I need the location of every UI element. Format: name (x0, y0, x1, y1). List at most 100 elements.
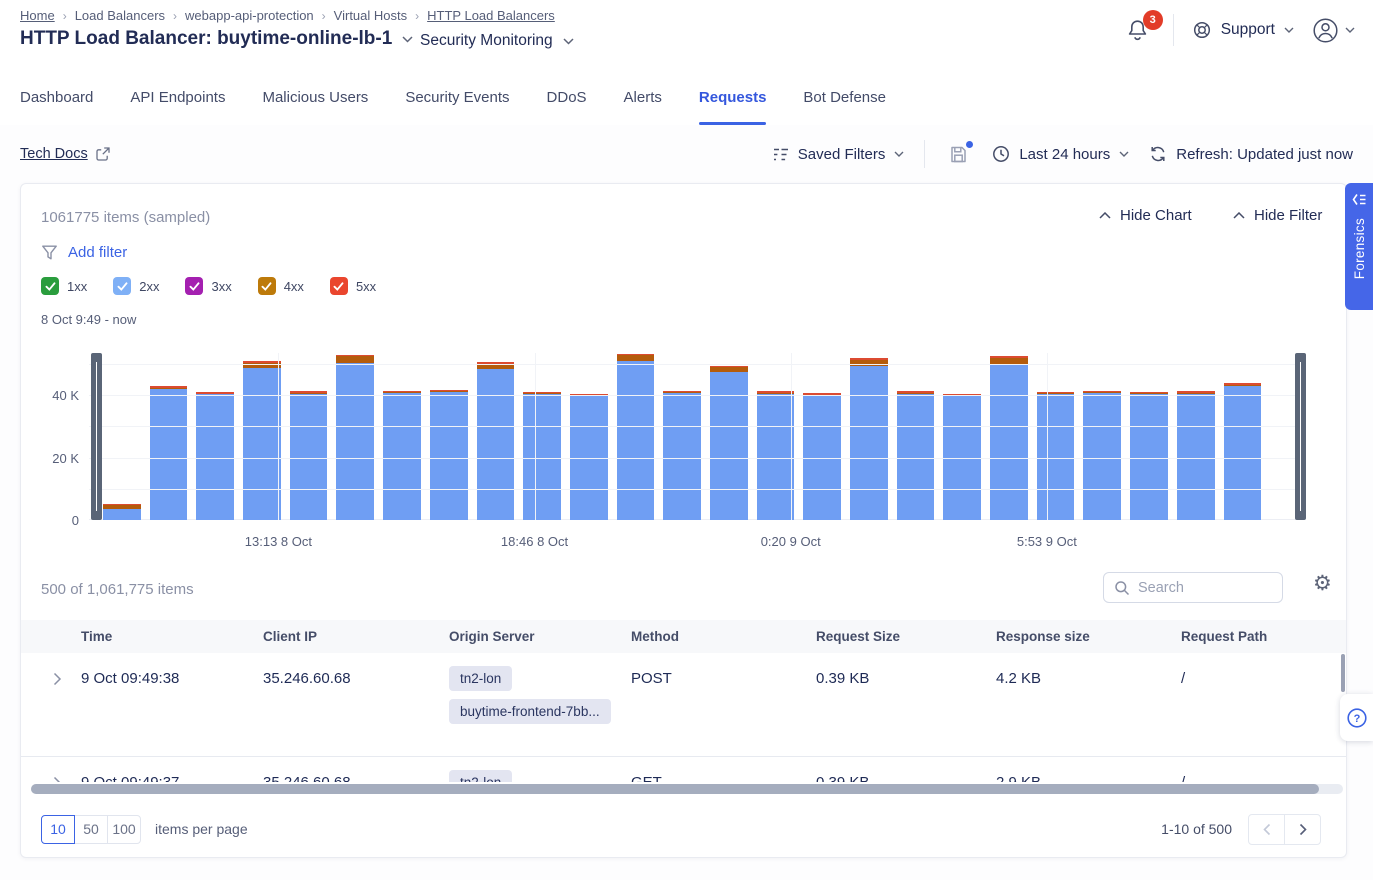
saved-filters-dropdown[interactable]: Saved Filters (773, 146, 905, 163)
column-header-request-path[interactable]: Request Path (1181, 620, 1346, 653)
page-size-100[interactable]: 100 (107, 815, 141, 844)
chevron-right-icon (53, 776, 62, 782)
status-filter-3xx[interactable]: 3xx (185, 277, 231, 295)
chart-bar (336, 353, 374, 520)
chart-bar (1177, 353, 1215, 520)
tab-ddos[interactable]: DDoS (547, 89, 587, 125)
chart-plot (89, 353, 1303, 520)
gridline-horizontal (89, 395, 1303, 396)
view-selector-dropdown[interactable]: Security Monitoring (420, 32, 574, 50)
cell-client-ip: 35.246.60.68 (263, 757, 449, 782)
bar-segment-2xx (477, 369, 515, 520)
tab-security-events[interactable]: Security Events (405, 89, 509, 125)
check-icon (45, 282, 56, 291)
search-input[interactable] (1138, 580, 1268, 596)
check-icon (261, 282, 272, 291)
checkbox-1xx[interactable] (41, 277, 59, 295)
bar-segment-2xx (383, 393, 421, 520)
column-header-response-size[interactable]: Response size (996, 620, 1181, 653)
support-menu[interactable]: Support (1192, 20, 1294, 40)
status-filter-1xx[interactable]: 1xx (41, 277, 87, 295)
status-filter-4xx[interactable]: 4xx (258, 277, 304, 295)
tab-dashboard[interactable]: Dashboard (20, 89, 93, 125)
status-filter-label: 5xx (356, 279, 376, 294)
breadcrumb-separator: › (415, 9, 419, 23)
refresh-icon (1149, 145, 1167, 163)
breadcrumb-item[interactable]: Virtual Hosts (334, 8, 407, 23)
chevron-up-icon (1233, 212, 1245, 219)
help-button[interactable]: ? (1340, 694, 1373, 741)
table-settings-gear-icon[interactable]: ⚙ (1313, 573, 1332, 594)
vertical-scrollbar-thumb[interactable] (1341, 654, 1345, 692)
chevron-down-icon (1345, 27, 1355, 33)
breadcrumb-item[interactable]: Load Balancers (75, 8, 165, 23)
column-header-request-size[interactable]: Request Size (816, 620, 996, 653)
chart-bar (897, 353, 935, 520)
chevron-down-icon (894, 151, 904, 157)
hide-filter-toggle[interactable]: Hide Filter (1233, 207, 1322, 224)
tab-alerts[interactable]: Alerts (624, 89, 662, 125)
save-filter-button[interactable] (945, 143, 972, 166)
status-filter-2xx[interactable]: 2xx (113, 277, 159, 295)
breadcrumb-item[interactable]: Home (20, 8, 55, 23)
checkbox-4xx[interactable] (258, 277, 276, 295)
hide-chart-toggle[interactable]: Hide Chart (1099, 207, 1192, 224)
column-header-origin-server[interactable]: Origin Server (449, 620, 631, 653)
tab-malicious-users[interactable]: Malicious Users (262, 89, 368, 125)
forensics-side-tab[interactable]: Forensics (1345, 183, 1373, 310)
column-header-method[interactable]: Method (631, 620, 816, 653)
row-expand-button[interactable] (21, 653, 81, 756)
time-range-dropdown[interactable]: Last 24 hours (992, 145, 1129, 163)
next-page-button[interactable] (1284, 814, 1321, 845)
external-link-icon (96, 147, 110, 161)
column-header-client-ip[interactable]: Client IP (263, 620, 449, 653)
bar-segment-2xx (850, 366, 888, 521)
refresh-button[interactable]: Refresh: Updated just now (1149, 145, 1353, 163)
tab-requests[interactable]: Requests (699, 89, 767, 125)
chart-range-handle-right[interactable] (1295, 353, 1306, 520)
page-title: HTTP Load Balancer: buytime-online-lb-1 (20, 28, 392, 50)
pagination-range: 1-10 of 500 (1161, 821, 1232, 837)
support-icon (1192, 20, 1212, 40)
notifications-button[interactable]: 3 (1120, 16, 1155, 45)
page-size-10[interactable]: 10 (41, 815, 75, 844)
row-expand-button[interactable] (21, 757, 81, 782)
cell-origin-server: tn2-lonbuytime-frontend-7bb... (449, 653, 631, 756)
checkbox-5xx[interactable] (330, 277, 348, 295)
page-size-group: 1050100 (41, 815, 141, 844)
breadcrumb-separator: › (63, 9, 67, 23)
chevron-down-icon (563, 38, 574, 45)
table-header: TimeClient IPOrigin ServerMethodRequest … (21, 620, 1346, 653)
chart-bar (1224, 353, 1262, 520)
hide-chart-label: Hide Chart (1120, 207, 1192, 224)
breadcrumb-item[interactable]: HTTP Load Balancers (427, 8, 555, 23)
tab-bot-defense[interactable]: Bot Defense (803, 89, 886, 125)
check-icon (333, 282, 344, 291)
tech-docs-link[interactable]: Tech Docs (20, 146, 110, 162)
x-axis-tick: 13:13 8 Oct (245, 534, 312, 549)
funnel-icon (41, 244, 58, 261)
account-menu[interactable] (1312, 17, 1355, 44)
chart-range-handle-left[interactable] (91, 353, 102, 520)
breadcrumb-item[interactable]: webapp-api-protection (185, 8, 314, 23)
header-divider (1173, 14, 1174, 46)
horizontal-scrollbar-thumb[interactable] (31, 784, 1319, 794)
add-filter-button[interactable]: Add filter (41, 244, 127, 261)
status-filter-5xx[interactable]: 5xx (330, 277, 376, 295)
cell-time: 9 Oct 09:49:37 (81, 757, 263, 782)
page-size-50[interactable]: 50 (74, 815, 108, 844)
chart-bar (803, 353, 841, 520)
column-header-time[interactable]: Time (81, 620, 263, 653)
chart-bar (757, 353, 795, 520)
checkbox-3xx[interactable] (185, 277, 203, 295)
chart-bar (990, 353, 1028, 520)
prev-page-button[interactable] (1248, 814, 1285, 845)
forensics-label: Forensics (1352, 218, 1367, 279)
x-axis-tick: 5:53 9 Oct (1017, 534, 1077, 549)
cell-method: POST (631, 653, 816, 756)
horizontal-scrollbar[interactable] (31, 784, 1343, 794)
column-header-expand (21, 620, 81, 653)
checkbox-2xx[interactable] (113, 277, 131, 295)
title-chevron-down-icon[interactable] (402, 36, 413, 43)
tab-api-endpoints[interactable]: API Endpoints (130, 89, 225, 125)
